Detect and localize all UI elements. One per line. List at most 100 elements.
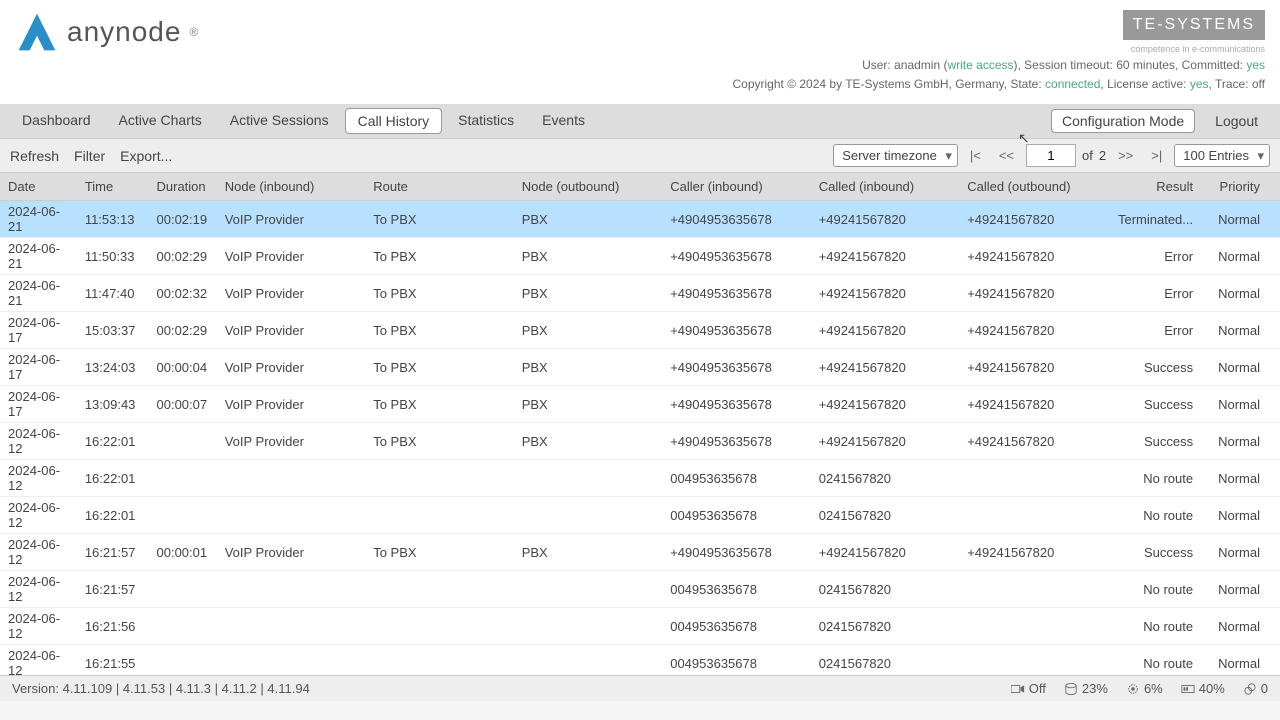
table-row[interactable]: 2024-06-1713:24:0300:00:04VoIP ProviderT… — [0, 349, 1280, 386]
table-scroll[interactable]: Date Time Duration Node (inbound) Route … — [0, 173, 1280, 675]
col-route[interactable]: Route — [365, 173, 514, 201]
cell-route: To PBX — [365, 238, 514, 275]
page-input[interactable] — [1026, 144, 1076, 167]
committed-value[interactable]: yes — [1246, 58, 1265, 72]
cell-route — [365, 497, 514, 534]
cell-called_out: +49241567820 — [959, 386, 1108, 423]
anynode-icon — [15, 10, 59, 54]
cell-node_in: VoIP Provider — [217, 386, 366, 423]
cell-time: 16:21:56 — [77, 608, 149, 645]
cell-node_out: PBX — [514, 534, 663, 571]
table-row[interactable]: 2024-06-1216:21:5700:00:01VoIP ProviderT… — [0, 534, 1280, 571]
col-caller-in[interactable]: Caller (inbound) — [662, 173, 811, 201]
status-disk: 23% — [1064, 681, 1108, 696]
logo: anynode ® — [15, 10, 198, 54]
tab-active-charts[interactable]: Active Charts — [107, 108, 214, 134]
logout-button[interactable]: Logout — [1203, 109, 1270, 133]
prev-page-button[interactable]: << — [993, 146, 1020, 165]
cell-date: 2024-06-17 — [0, 312, 77, 349]
col-date[interactable]: Date — [0, 173, 77, 201]
license-value: yes — [1190, 77, 1209, 91]
cell-called_out — [959, 608, 1108, 645]
filter-button[interactable]: Filter — [74, 148, 105, 164]
next-page-button[interactable]: >> — [1112, 146, 1139, 165]
table-row[interactable]: 2024-06-1216:22:010049536356780241567820… — [0, 497, 1280, 534]
cell-node_in — [217, 460, 366, 497]
cell-time: 11:50:33 — [77, 238, 149, 275]
version-text: Version: 4.11.109 | 4.11.53 | 4.11.3 | 4… — [12, 681, 310, 696]
cell-caller_in: 004953635678 — [662, 608, 811, 645]
disk-icon — [1064, 683, 1078, 695]
state-value: connected — [1045, 77, 1100, 91]
cell-result: Success — [1108, 386, 1203, 423]
entries-dropdown[interactable]: 100 Entries — [1174, 144, 1270, 167]
col-duration[interactable]: Duration — [149, 173, 217, 201]
cell-time: 16:22:01 — [77, 423, 149, 460]
cell-date: 2024-06-12 — [0, 608, 77, 645]
cell-date: 2024-06-17 — [0, 386, 77, 423]
cell-result: Error — [1108, 275, 1203, 312]
cell-called_out: +49241567820 — [959, 201, 1108, 238]
cell-date: 2024-06-17 — [0, 349, 77, 386]
cell-time: 13:24:03 — [77, 349, 149, 386]
col-result[interactable]: Result — [1108, 173, 1203, 201]
tab-events[interactable]: Events — [530, 108, 597, 134]
cell-result: No route — [1108, 460, 1203, 497]
cell-result: Error — [1108, 238, 1203, 275]
cell-time: 16:21:57 — [77, 571, 149, 608]
tab-statistics[interactable]: Statistics — [446, 108, 526, 134]
cell-called_in: +49241567820 — [811, 201, 960, 238]
cell-called_in: 0241567820 — [811, 497, 960, 534]
cell-caller_in: +4904953635678 — [662, 423, 811, 460]
committed-label: Committed: — [1182, 58, 1243, 72]
tab-dashboard[interactable]: Dashboard — [10, 108, 103, 134]
cell-node_in: VoIP Provider — [217, 349, 366, 386]
table-row[interactable]: 2024-06-1216:22:01VoIP ProviderTo PBXPBX… — [0, 423, 1280, 460]
tab-call-history[interactable]: Call History — [345, 108, 443, 134]
cell-caller_in: 004953635678 — [662, 645, 811, 676]
col-called-out[interactable]: Called (outbound) — [959, 173, 1108, 201]
table-row[interactable]: 2024-06-1713:09:4300:00:07VoIP ProviderT… — [0, 386, 1280, 423]
cell-time: 13:09:43 — [77, 386, 149, 423]
user-label: User: — [862, 58, 891, 72]
cell-result: No route — [1108, 608, 1203, 645]
export-button[interactable]: Export... — [120, 148, 172, 164]
table-row[interactable]: 2024-06-2111:53:1300:02:19VoIP ProviderT… — [0, 201, 1280, 238]
table-row[interactable]: 2024-06-1216:21:570049536356780241567820… — [0, 571, 1280, 608]
cell-date: 2024-06-12 — [0, 645, 77, 676]
col-called-in[interactable]: Called (inbound) — [811, 173, 960, 201]
tab-active-sessions[interactable]: Active Sessions — [218, 108, 341, 134]
cell-route — [365, 645, 514, 676]
col-node-in[interactable]: Node (inbound) — [217, 173, 366, 201]
table-row[interactable]: 2024-06-1216:21:550049536356780241567820… — [0, 645, 1280, 676]
copyright: Copyright © 2024 by TE-Systems GmbH, Ger… — [733, 77, 1042, 91]
cell-priority: Normal — [1203, 423, 1280, 460]
cell-duration: 00:02:32 — [149, 275, 217, 312]
cell-duration: 00:02:29 — [149, 238, 217, 275]
last-page-button[interactable]: >| — [1145, 146, 1168, 165]
cell-date: 2024-06-12 — [0, 534, 77, 571]
cell-node_out — [514, 645, 663, 676]
cell-date: 2024-06-12 — [0, 571, 77, 608]
col-node-out[interactable]: Node (outbound) — [514, 173, 663, 201]
cell-priority: Normal — [1203, 349, 1280, 386]
cell-priority: Normal — [1203, 460, 1280, 497]
cpu-icon — [1126, 683, 1140, 695]
license-label: License active: — [1107, 77, 1186, 91]
table-row[interactable]: 2024-06-2111:47:4000:02:32VoIP ProviderT… — [0, 275, 1280, 312]
cell-priority: Normal — [1203, 534, 1280, 571]
refresh-button[interactable]: Refresh — [10, 148, 59, 164]
config-mode-button[interactable]: Configuration Mode — [1051, 109, 1195, 133]
table-row[interactable]: 2024-06-1216:21:560049536356780241567820… — [0, 608, 1280, 645]
cell-route: To PBX — [365, 534, 514, 571]
header: anynode ® TE-SYSTEMS competence in e-com… — [0, 0, 1280, 104]
table-row[interactable]: 2024-06-1715:03:3700:02:29VoIP ProviderT… — [0, 312, 1280, 349]
timezone-dropdown[interactable]: Server timezone — [833, 144, 958, 167]
access-link[interactable]: write access — [947, 58, 1013, 72]
cell-node_out: PBX — [514, 275, 663, 312]
table-row[interactable]: 2024-06-2111:50:3300:02:29VoIP ProviderT… — [0, 238, 1280, 275]
table-row[interactable]: 2024-06-1216:22:010049536356780241567820… — [0, 460, 1280, 497]
first-page-button[interactable]: |< — [964, 146, 987, 165]
col-priority[interactable]: Priority — [1203, 173, 1280, 201]
col-time[interactable]: Time — [77, 173, 149, 201]
